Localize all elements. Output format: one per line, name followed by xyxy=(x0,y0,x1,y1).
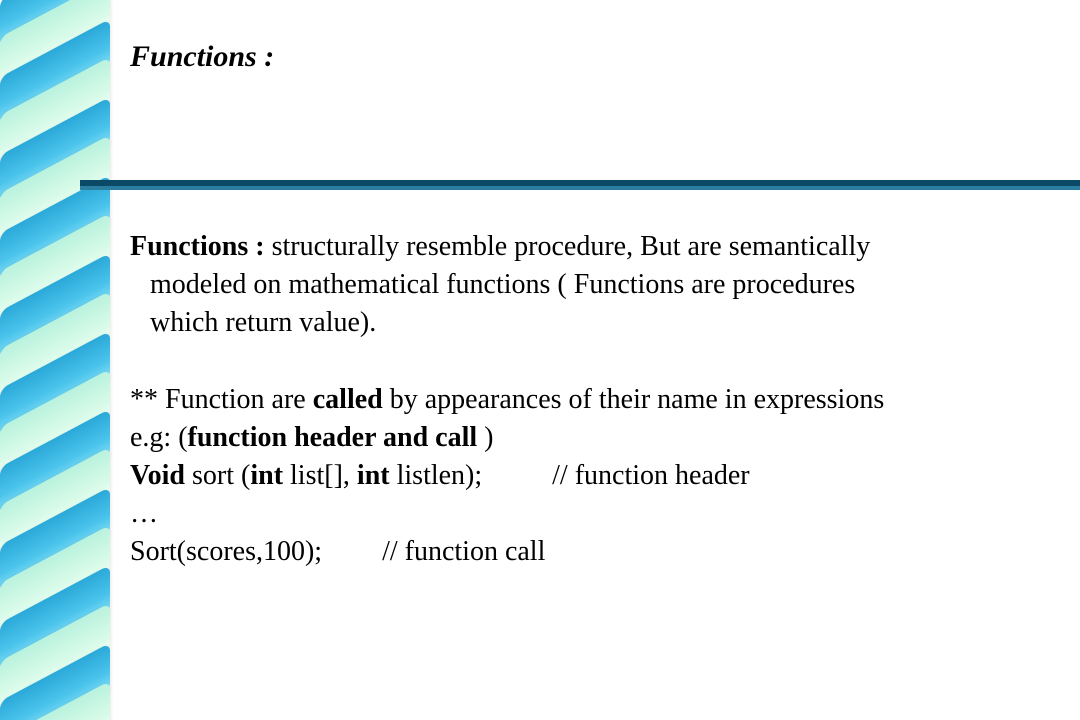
p2l3comment: // function header xyxy=(552,460,749,491)
p2l3d: list[], xyxy=(283,460,357,491)
p2l2a: e.g: ( xyxy=(130,422,188,453)
p2l1c: by appearances of their name in expressi… xyxy=(383,384,884,415)
decorative-spiral xyxy=(20,0,110,720)
p2l2c: ) xyxy=(477,422,493,453)
slide-body: Functions : structurally resemble proced… xyxy=(130,228,1060,584)
p2l3a: Void xyxy=(130,460,185,491)
para1-line3: which return value). xyxy=(130,304,1060,342)
p2l5comment: // function call xyxy=(382,536,545,567)
paragraph-1: Functions : structurally resemble proced… xyxy=(130,228,1060,341)
p2l5a: Sort(scores,100); xyxy=(130,536,322,567)
para1-line2: modeled on mathematical functions ( Func… xyxy=(130,266,1060,304)
slide-title: Functions : xyxy=(130,40,274,74)
p2l3b: sort ( xyxy=(185,460,250,491)
p2l2b: function header and call xyxy=(188,422,478,453)
slide: Functions : Functions : structurally res… xyxy=(0,0,1080,720)
divider-bar xyxy=(80,180,1080,190)
p2l1b: called xyxy=(313,384,383,415)
p2l3f: listlen); xyxy=(390,460,483,491)
paragraph-2: ** Function are called by appearances of… xyxy=(130,381,1060,570)
p2l3e: int xyxy=(357,460,390,491)
p2l3c: int xyxy=(250,460,283,491)
para1-lead: Functions : xyxy=(130,231,265,262)
p2l1a: ** Function are xyxy=(130,384,313,415)
para1-line1: structurally resemble procedure, But are… xyxy=(265,231,871,262)
p2l4: … xyxy=(130,498,158,529)
